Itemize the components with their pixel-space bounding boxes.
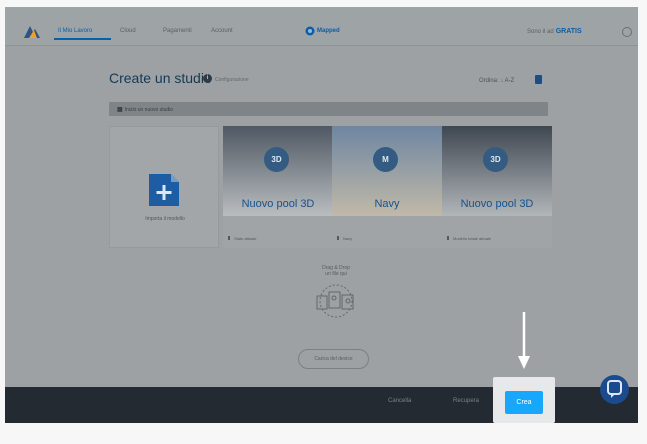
app-screen: Il Mio Lavoro Cloud Pagamenti Account Ma… [5,7,638,423]
app-logo-icon[interactable] [23,24,41,40]
card-thumbnail: 3D Nuovo pool 3D [223,126,333,216]
card-bullet [337,236,339,240]
import-document-icon [149,174,179,206]
card-footer: Modello totale attuale [442,230,552,248]
upgrade-brand: GRATIS [555,28,582,35]
browse-device-button[interactable]: Carica del device [298,349,369,369]
card-footer: Navy [332,230,442,248]
template-card-navy[interactable]: M Navy Navy [332,126,442,248]
3d-icon: 3D [483,147,508,172]
brand-name: Mapped [317,28,340,34]
card-thumbnail: 3D Nuovo pool 3D [442,126,552,216]
next-button[interactable]: Recupera [453,398,479,404]
configuration-link[interactable]: Configurazione [215,77,249,83]
sort-icon[interactable] [535,75,542,84]
card-thumbnail: M Navy [332,126,442,216]
upgrade-text: Sono il ad [527,29,554,35]
model-icon: M [373,147,398,172]
card-meta: Stato attuale [234,236,257,241]
chat-icon [607,380,622,398]
card-meta: Modello totale attuale [453,236,492,241]
tab-payments[interactable]: Pagamenti [163,28,192,34]
help-icon[interactable] [622,27,632,37]
filter-tab-new-study[interactable]: ▦ Inizio un nuovo studio [117,106,173,113]
tab-cloud[interactable]: Cloud [120,28,136,34]
sort-dropdown[interactable]: Ordina: ↓ A-Z [479,78,514,84]
page-title: Create un studio [109,70,212,86]
active-tab-indicator [54,38,111,40]
create-button[interactable]: Crea [505,391,543,414]
template-card-new-pool-3d-2[interactable]: 3D Nuovo pool 3D Modello totale attuale [442,126,552,248]
card-bullet [447,236,449,240]
3d-icon: 3D [264,147,289,172]
tab-my-work[interactable]: Il Mio Lavoro [58,28,92,34]
import-model-tile[interactable]: Importa il modello [109,126,219,248]
brand-globe-icon [305,26,315,36]
drop-files-icon [316,284,354,318]
upgrade-link[interactable]: Sono il ad GRATIS [527,28,582,35]
import-model-label: Importa il modello [145,216,185,222]
drop-label: Drag & Drop un file qui [301,265,371,277]
template-card-new-pool-3d[interactable]: 3D Nuovo pool 3D Stato attuale [223,126,333,248]
card-footer: Stato attuale [223,230,333,248]
card-meta: Navy [343,236,353,241]
card-title: Nuovo pool 3D [241,198,315,210]
filter-tab-label: Inizio un nuovo studio [124,107,174,113]
drop-subtitle: un file qui [325,271,347,277]
arrow-down-icon [518,312,530,369]
cancel-button[interactable]: Cancella [388,398,411,404]
browse-label: Carica del device [314,356,353,362]
info-icon[interactable]: i [203,74,212,83]
drag-drop-zone[interactable]: Drag & Drop un file qui [301,265,371,318]
chat-support-button[interactable] [600,375,629,404]
top-navigation: Il Mio Lavoro Cloud Pagamenti Account Ma… [5,7,638,46]
tab-account[interactable]: Account [211,28,233,34]
card-title: Nuovo pool 3D [460,198,534,210]
card-bullet [228,236,230,240]
filter-bar [109,102,548,116]
card-title: Navy [374,198,400,210]
center-brand[interactable]: Mapped [305,26,363,38]
grid-icon: ▦ [117,107,123,113]
